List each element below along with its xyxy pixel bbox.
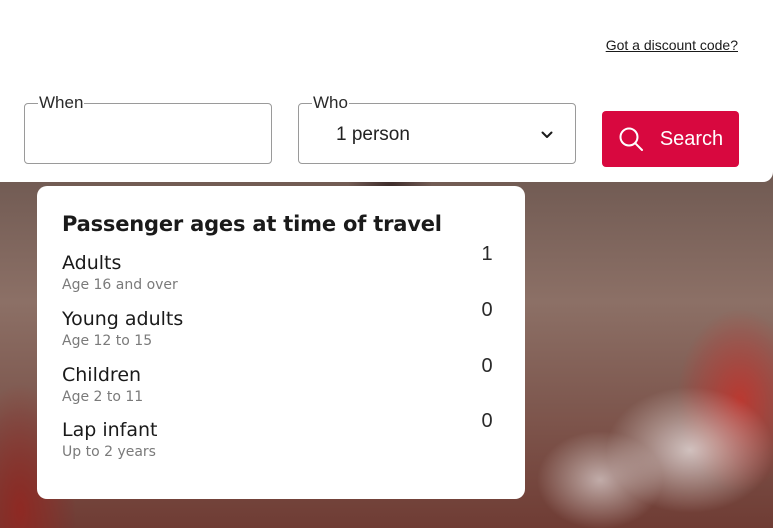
chevron-down-icon xyxy=(541,131,553,138)
when-field[interactable]: When xyxy=(24,94,272,164)
search-panel: Got a discount code? When Who 1 person S… xyxy=(0,0,773,182)
passenger-row-young-adults: Young adults Age 12 to 15 0 xyxy=(62,299,502,358)
passenger-age-range: Up to 2 years xyxy=(62,444,156,460)
passenger-type-label: Children xyxy=(62,364,142,386)
passenger-type-label: Young adults xyxy=(62,308,184,330)
discount-code-link[interactable]: Got a discount code? xyxy=(606,37,738,53)
passenger-age-range: Age 2 to 11 xyxy=(62,389,144,405)
who-value: 1 person xyxy=(336,124,410,145)
passenger-count[interactable]: 0 xyxy=(472,410,502,433)
when-label: When xyxy=(38,93,85,112)
passenger-dropdown-title: Passenger ages at time of travel xyxy=(62,212,442,236)
passenger-type-label: Adults xyxy=(62,252,122,274)
passenger-age-range: Age 12 to 15 xyxy=(62,333,153,349)
search-button[interactable]: Search xyxy=(602,111,739,167)
passenger-row-adults: Adults Age 16 and over 1 xyxy=(62,243,502,302)
passenger-dropdown: Passenger ages at time of travel Adults … xyxy=(37,186,525,499)
passenger-type-label: Lap infant xyxy=(62,419,158,441)
passenger-age-range: Age 16 and over xyxy=(62,277,178,293)
search-icon xyxy=(619,127,643,151)
who-label: Who xyxy=(312,93,349,112)
search-button-label: Search xyxy=(659,127,724,150)
who-select[interactable]: Who 1 person xyxy=(298,94,576,164)
passenger-count[interactable]: 0 xyxy=(472,355,502,378)
passenger-count[interactable]: 1 xyxy=(472,243,502,266)
passenger-row-children: Children Age 2 to 11 0 xyxy=(62,355,502,414)
passenger-row-lap-infant: Lap infant Up to 2 years 0 xyxy=(62,410,502,469)
passenger-count[interactable]: 0 xyxy=(472,299,502,322)
